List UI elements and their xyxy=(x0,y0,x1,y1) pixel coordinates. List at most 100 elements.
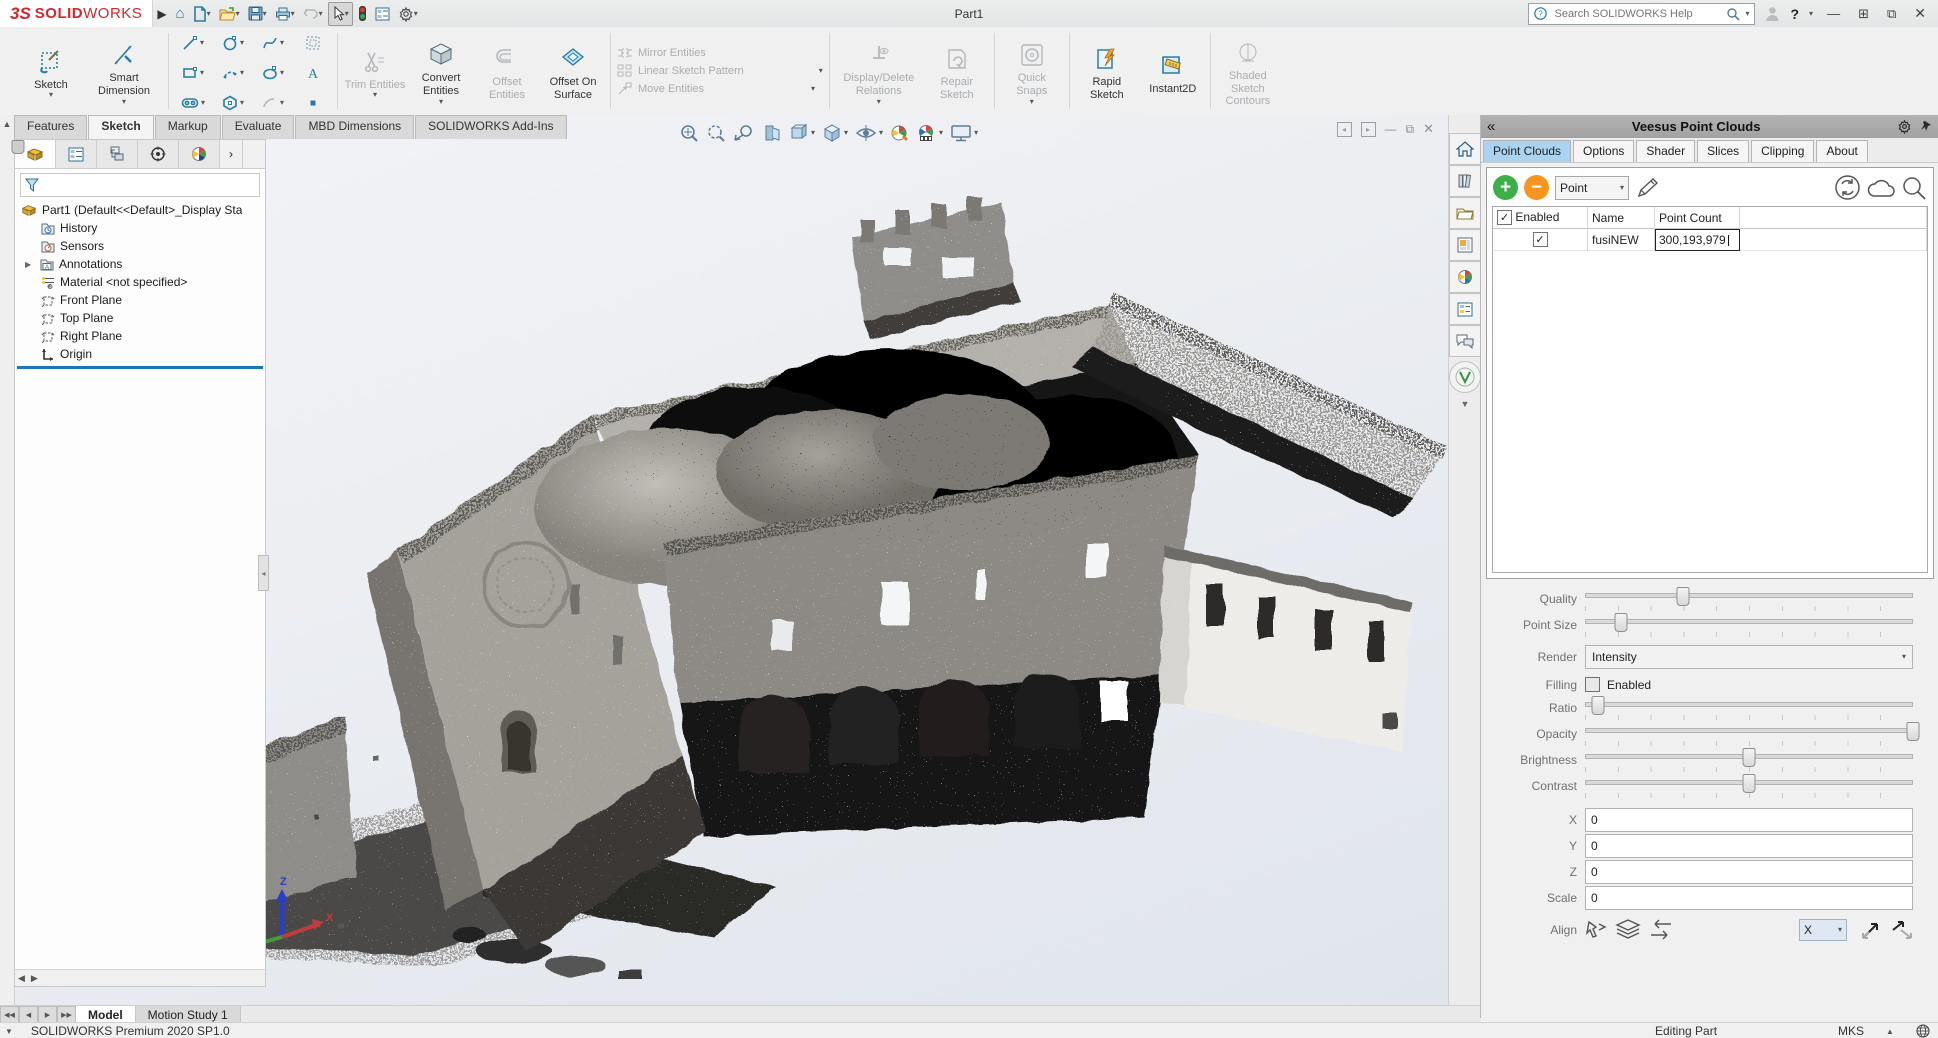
motion-study-tab[interactable]: Motion Study 1 xyxy=(136,1006,241,1023)
tree-item-front-plane[interactable]: Front Plane xyxy=(15,291,265,309)
veesus-tab-icon[interactable] xyxy=(1449,361,1481,393)
tree-item-material[interactable]: Material <not specified> xyxy=(15,273,265,291)
resources-home-icon[interactable] xyxy=(1449,133,1481,165)
tab-sketch[interactable]: Sketch xyxy=(88,115,153,139)
tab-dimxpert-manager[interactable] xyxy=(138,140,179,168)
panel-gear-icon[interactable] xyxy=(1897,119,1912,134)
sketch-button[interactable]: Sketch ▾ xyxy=(20,43,82,100)
filling-checkbox[interactable]: ✓ xyxy=(1585,677,1600,692)
open-button[interactable]: ▾ xyxy=(216,3,243,25)
settings-gear-button[interactable]: ▾ xyxy=(395,3,421,25)
window-minimize-button[interactable]: — xyxy=(1823,6,1844,21)
add-point-cloud-button[interactable]: + xyxy=(1493,175,1518,200)
save-caret-icon[interactable]: ▾ xyxy=(263,10,267,18)
shaded-sketch-contours-button[interactable]: Shaded Sketch Contours xyxy=(1217,34,1279,108)
custom-properties-icon[interactable] xyxy=(1449,293,1481,325)
veesus-tab-about[interactable]: About xyxy=(1816,140,1867,162)
convert-caret-icon[interactable]: ▾ xyxy=(439,98,443,106)
sketch-caret-icon[interactable]: ▾ xyxy=(49,91,53,99)
text-tool[interactable]: A xyxy=(295,65,331,81)
point-cloud-row[interactable]: ✓ fusiNEW 300,193,979 xyxy=(1493,229,1927,251)
tree-item-annotations[interactable]: ▶ A Annotations xyxy=(15,255,265,273)
tab-evaluate[interactable]: Evaluate xyxy=(222,115,295,139)
convert-entities-button[interactable]: Convert Entities ▾ xyxy=(410,36,472,105)
enabled-all-checkbox[interactable]: ✓ xyxy=(1497,210,1512,225)
hide-show-items-button[interactable]: ▾ xyxy=(855,123,883,143)
line-tool[interactable]: ▾ xyxy=(175,35,211,51)
tab-mbd-dimensions[interactable]: MBD Dimensions xyxy=(295,115,414,139)
mirror-entities-button[interactable]: Mirror Entities xyxy=(617,46,823,60)
file-explorer-icon[interactable] xyxy=(1449,197,1481,229)
tab-display-manager[interactable] xyxy=(179,140,220,168)
tab-features[interactable]: Features xyxy=(14,115,87,139)
featuremanager-tabs-overflow[interactable]: › xyxy=(220,140,243,168)
tile-right-icon[interactable]: ▸ xyxy=(1361,122,1376,137)
settings-caret-icon[interactable]: ▾ xyxy=(414,10,418,18)
veesus-tab-slices[interactable]: Slices xyxy=(1697,140,1749,162)
left-scroll-strip[interactable]: ▲ xyxy=(0,115,15,1009)
veesus-tab-clipping[interactable]: Clipping xyxy=(1751,140,1814,162)
tree-root-part[interactable]: Part1 (Default<<Default>_Display Sta xyxy=(15,201,265,219)
align-positive-icon[interactable] xyxy=(1859,918,1883,942)
fillet-tool[interactable]: ▾ xyxy=(255,95,291,111)
offset-entities-button[interactable]: Offset Entities xyxy=(476,40,538,101)
home-button[interactable]: ⌂ xyxy=(173,3,188,25)
slot-tool[interactable]: ▾ xyxy=(175,97,211,109)
rectangle-tool[interactable]: ▾ xyxy=(175,65,211,81)
display-style-caret-icon[interactable]: ▾ xyxy=(844,129,848,137)
interference-check-icon[interactable] xyxy=(355,3,370,25)
point-tool[interactable] xyxy=(295,95,331,111)
veesus-tab-shader[interactable]: Shader xyxy=(1636,140,1695,162)
point-size-slider[interactable] xyxy=(1585,613,1913,637)
remove-point-cloud-button[interactable]: − xyxy=(1524,175,1549,200)
forum-icon[interactable] xyxy=(1449,325,1481,357)
doc-close-button[interactable]: ✕ xyxy=(1423,121,1434,137)
render-dropdown[interactable]: Intensity ▾ xyxy=(1585,645,1913,669)
appearances-scenes-icon[interactable] xyxy=(1449,261,1481,293)
col-name[interactable]: Name xyxy=(1588,207,1655,229)
display-style-button[interactable]: ▾ xyxy=(822,123,848,143)
globe-icon[interactable] xyxy=(1916,1024,1930,1038)
point-type-dropdown[interactable]: Point ▾ xyxy=(1555,176,1629,200)
window-resize-button[interactable]: ⊞ xyxy=(1854,6,1873,22)
tree-filter-box[interactable] xyxy=(20,173,260,197)
align-swap-icon[interactable] xyxy=(1647,919,1675,941)
veesus-tab-point-clouds[interactable]: Point Clouds xyxy=(1483,140,1571,162)
col-enabled[interactable]: ✓ Enabled xyxy=(1493,207,1588,229)
veesus-tab-options[interactable]: Options xyxy=(1573,140,1634,162)
window-close-button[interactable]: ✕ xyxy=(1910,5,1930,22)
select-caret-icon[interactable]: ▾ xyxy=(345,10,349,18)
window-restore-button[interactable]: ⧉ xyxy=(1883,6,1900,22)
section-view-button[interactable] xyxy=(762,123,782,143)
print-button[interactable]: ▾ xyxy=(272,3,298,25)
open-caret-icon[interactable]: ▾ xyxy=(236,10,240,18)
spline-tool[interactable]: ▾ xyxy=(255,35,291,51)
scrollbar-thumb[interactable] xyxy=(12,140,25,154)
search-input[interactable] xyxy=(1552,7,1721,21)
polygon-tool[interactable]: ▾ xyxy=(215,95,251,111)
tab-solidworks-add-ins[interactable]: SOLIDWORKS Add-Ins xyxy=(415,115,566,139)
sketch-picture-tool[interactable] xyxy=(295,35,331,51)
doc-restore-button[interactable]: ⧉ xyxy=(1406,122,1415,137)
design-library-icon[interactable] xyxy=(1449,165,1481,197)
tree-item-right-plane[interactable]: Right Plane xyxy=(15,327,265,345)
contrast-slider[interactable] xyxy=(1585,774,1913,798)
units-selector[interactable]: MKS xyxy=(1838,1024,1864,1038)
x-input[interactable] xyxy=(1585,808,1913,832)
view-orientation-button[interactable]: ▾ xyxy=(789,123,815,143)
units-caret-icon[interactable]: ▲ xyxy=(1886,1027,1894,1036)
move-entities-button[interactable]: Move Entities ▾ xyxy=(617,82,823,96)
scale-input[interactable] xyxy=(1585,886,1913,910)
select-tool-button[interactable]: ▾ xyxy=(328,2,353,26)
smart-dimension-caret-icon[interactable]: ▾ xyxy=(122,98,126,106)
expand-arrow-icon[interactable]: ▶ xyxy=(25,260,35,269)
align-pick-icon[interactable] xyxy=(1585,918,1609,942)
next-sheet-button[interactable]: ▶ xyxy=(38,1006,57,1023)
align-layers-icon[interactable] xyxy=(1615,918,1641,942)
trim-entities-button[interactable]: Trim Entities ▾ xyxy=(344,43,406,100)
tree-horizontal-scrollbar[interactable]: ◀ ▶ xyxy=(15,969,265,986)
cloud-icon[interactable] xyxy=(1866,177,1896,199)
rapid-sketch-button[interactable]: Rapid Sketch xyxy=(1076,40,1138,101)
linear-sketch-pattern-button[interactable]: Linear Sketch Pattern ▾ xyxy=(617,64,823,78)
tree-item-origin[interactable]: Origin xyxy=(15,345,265,363)
